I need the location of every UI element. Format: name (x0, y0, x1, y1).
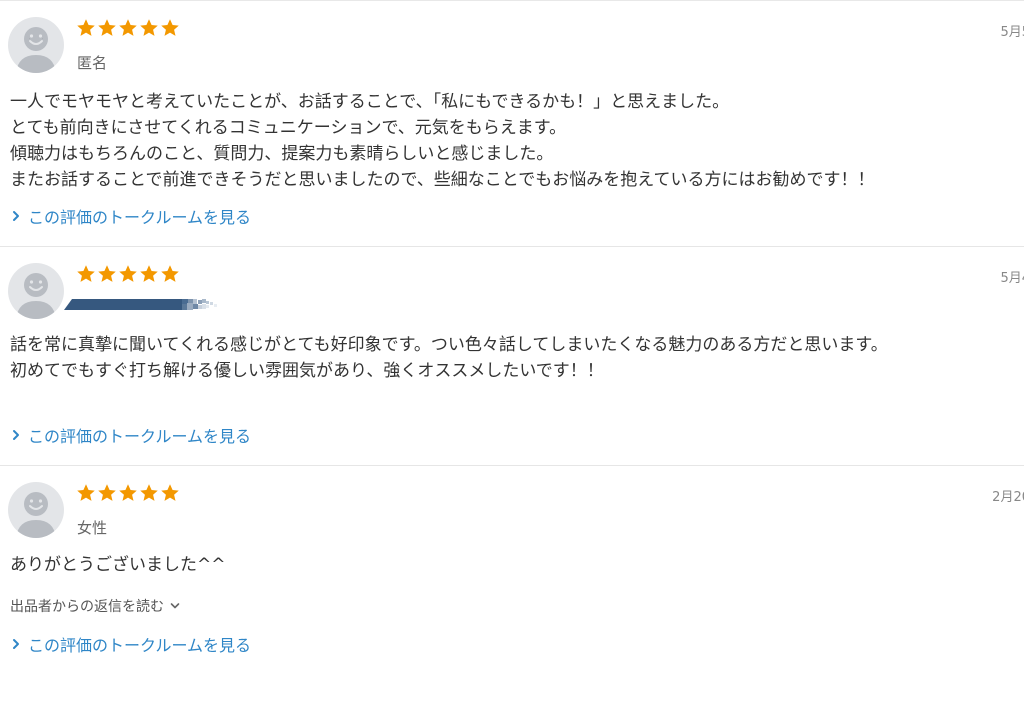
view-talkroom-link[interactable]: この評価のトークルームを見る (10, 632, 251, 656)
review-text: 話を常に真摯に聞いてくれる感じがとても好印象です。つい色々話してしまいたくなる魅… (10, 335, 888, 381)
star-icon (97, 18, 117, 40)
chevron-down-icon (170, 603, 180, 609)
star-icon (76, 264, 96, 286)
reviewer-name: 匿名 (77, 54, 108, 72)
review-date: 5月5 (1000, 25, 1024, 40)
review-date: 2月20 (992, 490, 1024, 505)
default-avatar-icon (8, 17, 64, 73)
view-talkroom-link[interactable]: この評価のトークルームを見る (10, 204, 251, 228)
default-avatar-icon (8, 482, 64, 538)
star-icon (160, 264, 180, 286)
read-seller-reply-label: 出品者からの返信を読む (10, 599, 164, 615)
star-icon (139, 264, 159, 286)
star-icon (76, 18, 96, 40)
review-text: 一人でモヤモヤと考えていたことが、お話することで、「私にもできるかも！」と思えま… (10, 92, 875, 190)
review-text: ありがとうございました^^ (10, 555, 226, 575)
review-item: 5月4 話を常に真摯に聞いてくれる感じがとても好印象です。つい色々話してしまいた… (0, 247, 1024, 466)
star-icon (160, 483, 180, 505)
reviewer-name: 女性 (77, 519, 108, 537)
review-item: 女性 2月20 ありがとうございました^^ 出品者からの返信を読む この評価のト… (0, 466, 1024, 661)
star-icon (118, 483, 138, 505)
star-icon (139, 18, 159, 40)
view-talkroom-link[interactable]: この評価のトークルームを見る (10, 423, 251, 447)
star-icon (118, 18, 138, 40)
view-talkroom-label: この評価のトークルームを見る (28, 427, 252, 446)
star-icon (160, 18, 180, 40)
star-rating (76, 483, 180, 505)
star-icon (139, 483, 159, 505)
read-seller-reply-toggle[interactable]: 出品者からの返信を読む (10, 596, 181, 616)
view-talkroom-label: この評価のトークルームを見る (28, 636, 252, 655)
review-item: 匿名 5月5 一人でモヤモヤと考えていたことが、お話することで、「私にもできるか… (0, 1, 1024, 247)
star-rating (76, 18, 180, 40)
chevron-right-icon (13, 430, 19, 440)
star-icon (97, 264, 117, 286)
redacted-reviewer-name (64, 296, 224, 310)
chevron-right-icon (13, 639, 19, 649)
star-icon (118, 264, 138, 286)
review-date: 5月4 (1000, 271, 1024, 286)
default-avatar-icon (8, 263, 64, 319)
chevron-right-icon (13, 211, 19, 221)
star-icon (97, 483, 117, 505)
star-rating (76, 264, 180, 286)
star-icon (76, 483, 96, 505)
view-talkroom-label: この評価のトークルームを見る (28, 208, 252, 227)
review-list: 匿名 5月5 一人でモヤモヤと考えていたことが、お話することで、「私にもできるか… (0, 0, 1024, 661)
